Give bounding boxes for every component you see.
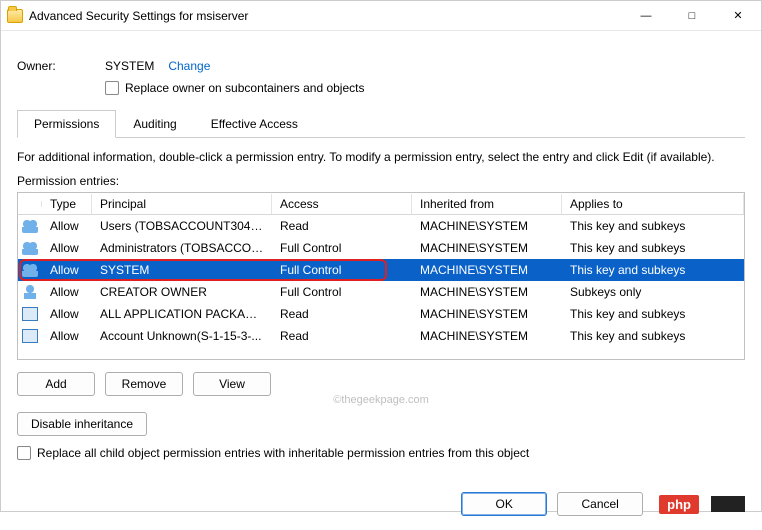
row-principal: CREATOR OWNER (92, 284, 272, 300)
row-inherited: MACHINE\SYSTEM (412, 328, 562, 344)
replace-owner-checkbox[interactable] (105, 81, 119, 95)
tab-auditing[interactable]: Auditing (116, 110, 193, 138)
row-principal: ALL APPLICATION PACKAGES (92, 306, 272, 322)
remove-button[interactable]: Remove (105, 372, 183, 396)
table-row[interactable]: AllowAccount Unknown(S-1-15-3-...ReadMAC… (18, 325, 744, 347)
col-principal[interactable]: Principal (92, 194, 272, 214)
replace-owner-row: Replace owner on subcontainers and objec… (105, 81, 745, 95)
row-applies: This key and subkeys (562, 262, 744, 278)
row-icon (18, 329, 42, 343)
row-inherited: MACHINE\SYSTEM (412, 240, 562, 256)
tab-effective-access[interactable]: Effective Access (194, 110, 315, 138)
row-access: Read (272, 328, 412, 344)
row-inherited: MACHINE\SYSTEM (412, 284, 562, 300)
owner-label: Owner: (17, 59, 105, 73)
permission-grid: Type Principal Access Inherited from App… (17, 192, 745, 360)
maximize-button[interactable]: □ (669, 1, 715, 31)
row-access: Read (272, 306, 412, 322)
row-type: Allow (42, 218, 92, 234)
row-applies: This key and subkeys (562, 306, 744, 322)
table-row[interactable]: AllowSYSTEMFull ControlMACHINE\SYSTEMThi… (18, 259, 744, 281)
users-icon (22, 219, 38, 233)
col-inherited[interactable]: Inherited from (412, 194, 562, 214)
row-applies: This key and subkeys (562, 240, 744, 256)
replace-all-checkbox[interactable] (17, 446, 31, 460)
tab-permissions[interactable]: Permissions (17, 110, 116, 138)
col-type[interactable]: Type (42, 194, 92, 214)
row-principal: SYSTEM (92, 262, 272, 278)
disable-inheritance-button[interactable]: Disable inheritance (17, 412, 147, 436)
row-applies: This key and subkeys (562, 328, 744, 344)
row-icon (18, 285, 42, 299)
window-title: Advanced Security Settings for msiserver (29, 9, 623, 23)
add-button[interactable]: Add (17, 372, 95, 396)
php-badge: php (659, 495, 699, 514)
row-type: Allow (42, 306, 92, 322)
replace-all-label: Replace all child object permission entr… (37, 446, 529, 460)
folder-icon (7, 9, 23, 23)
row-applies: Subkeys only (562, 284, 744, 300)
grid-body: AllowUsers (TOBSACCOUNT304\Us...ReadMACH… (18, 215, 744, 347)
content-area: Owner: SYSTEM Change Replace owner on su… (1, 31, 761, 484)
row-access: Full Control (272, 240, 412, 256)
row-type: Allow (42, 284, 92, 300)
col-access[interactable]: Access (272, 194, 412, 214)
grid-header: Type Principal Access Inherited from App… (18, 193, 744, 215)
row-access: Full Control (272, 284, 412, 300)
tabs: Permissions Auditing Effective Access (17, 109, 745, 138)
row-inherited: MACHINE\SYSTEM (412, 218, 562, 234)
replace-all-row: Replace all child object permission entr… (17, 446, 745, 460)
security-window: Advanced Security Settings for msiserver… (0, 0, 762, 512)
row-access: Full Control (272, 262, 412, 278)
table-row[interactable]: AllowCREATOR OWNERFull ControlMACHINE\SY… (18, 281, 744, 303)
pkg-icon (22, 329, 38, 343)
col-icon (18, 201, 42, 207)
replace-owner-label: Replace owner on subcontainers and objec… (125, 81, 364, 95)
grid-button-row: Add Remove View (17, 372, 745, 396)
user-icon (22, 285, 38, 299)
table-row[interactable]: AllowALL APPLICATION PACKAGESReadMACHINE… (18, 303, 744, 325)
users-icon (22, 263, 38, 277)
change-owner-link[interactable]: Change (168, 59, 210, 73)
row-principal: Account Unknown(S-1-15-3-... (92, 328, 272, 344)
entries-label: Permission entries: (17, 174, 745, 188)
owner-row: Owner: SYSTEM Change (17, 59, 745, 73)
row-principal: Administrators (TOBSACCOU... (92, 240, 272, 256)
row-icon (18, 263, 42, 277)
col-applies[interactable]: Applies to (562, 194, 744, 214)
pkg-icon (22, 307, 38, 321)
inherit-button-row: Disable inheritance (17, 412, 745, 436)
cancel-button[interactable]: Cancel (557, 492, 643, 516)
ok-button[interactable]: OK (461, 492, 547, 516)
row-type: Allow (42, 262, 92, 278)
row-inherited: MACHINE\SYSTEM (412, 262, 562, 278)
row-type: Allow (42, 328, 92, 344)
row-type: Allow (42, 240, 92, 256)
row-icon (18, 219, 42, 233)
close-button[interactable]: ✕ (715, 1, 761, 31)
row-applies: This key and subkeys (562, 218, 744, 234)
permission-grid-wrap: Type Principal Access Inherited from App… (17, 192, 745, 360)
table-row[interactable]: AllowUsers (TOBSACCOUNT304\Us...ReadMACH… (18, 215, 744, 237)
owner-value: SYSTEM (105, 59, 154, 73)
row-access: Read (272, 218, 412, 234)
row-icon (18, 241, 42, 255)
footer: OK Cancel php (1, 484, 761, 530)
row-principal: Users (TOBSACCOUNT304\Us... (92, 218, 272, 234)
watermark: ©thegeekpage.com (17, 394, 745, 406)
row-inherited: MACHINE\SYSTEM (412, 306, 562, 322)
row-icon (18, 307, 42, 321)
dark-strip (711, 496, 745, 512)
titlebar: Advanced Security Settings for msiserver… (1, 1, 761, 31)
table-row[interactable]: AllowAdministrators (TOBSACCOU...Full Co… (18, 237, 744, 259)
view-button[interactable]: View (193, 372, 271, 396)
users-icon (22, 241, 38, 255)
minimize-button[interactable]: — (623, 1, 669, 31)
info-text: For additional information, double-click… (17, 150, 745, 164)
